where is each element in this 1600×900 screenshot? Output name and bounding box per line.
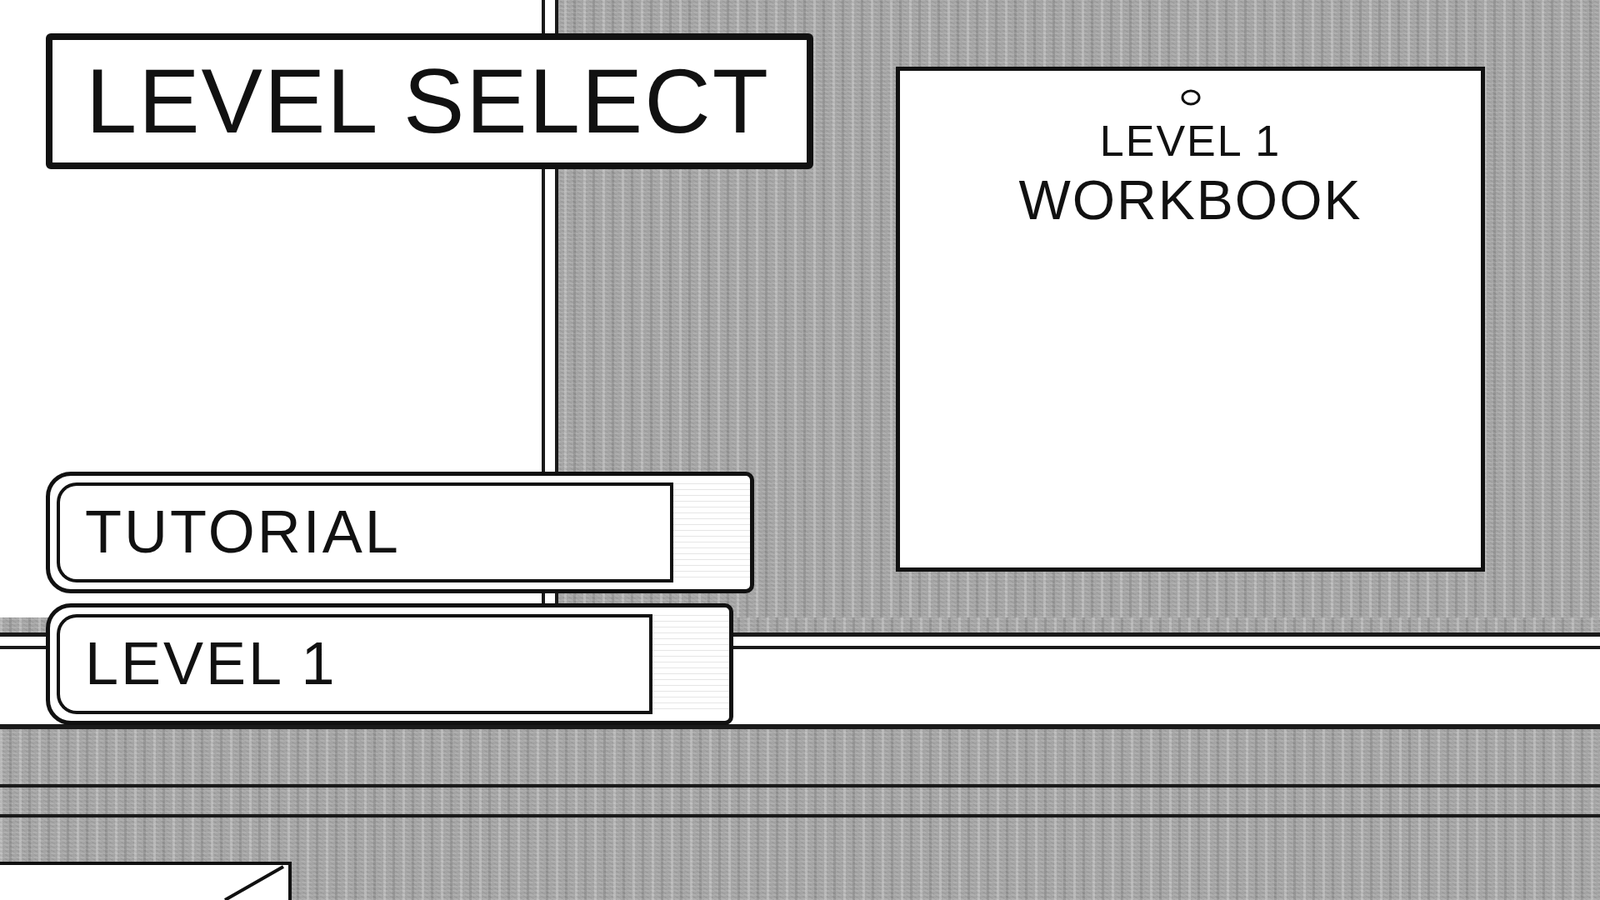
- book-pages: [649, 614, 730, 715]
- book-label: LEVEL 1: [85, 630, 338, 697]
- pin-icon: [1179, 87, 1203, 108]
- book-cover: LEVEL 1: [56, 614, 650, 715]
- menu-layer: LEVEL SELECT TUTORIAL LEVEL 1 LEVEL 1 WORKBO…: [0, 0, 1600, 725]
- desk: [0, 729, 1600, 900]
- book-stack: TUTORIAL LEVEL 1: [45, 471, 755, 725]
- workbook-level: LEVEL 1: [1100, 117, 1281, 165]
- screen-title: LEVEL SELECT: [45, 33, 814, 170]
- book-cover: TUTORIAL: [56, 482, 670, 583]
- book-label: TUTORIAL: [85, 499, 401, 565]
- level-select-screen: LEVEL SELECT TUTORIAL LEVEL 1 LEVEL 1 WORKBO…: [0, 0, 1600, 900]
- workbook-title: WORKBOOK: [1018, 170, 1362, 231]
- workbook-card[interactable]: LEVEL 1 WORKBOOK: [895, 66, 1485, 572]
- desk-line: [0, 784, 1600, 788]
- book-pages: [670, 482, 750, 583]
- level-book[interactable]: LEVEL 1: [45, 603, 734, 725]
- level-book[interactable]: TUTORIAL: [45, 471, 755, 594]
- desk-line: [0, 814, 1600, 818]
- envelope-icon: [0, 860, 294, 900]
- left-column: LEVEL SELECT TUTORIAL LEVEL 1: [45, 33, 846, 725]
